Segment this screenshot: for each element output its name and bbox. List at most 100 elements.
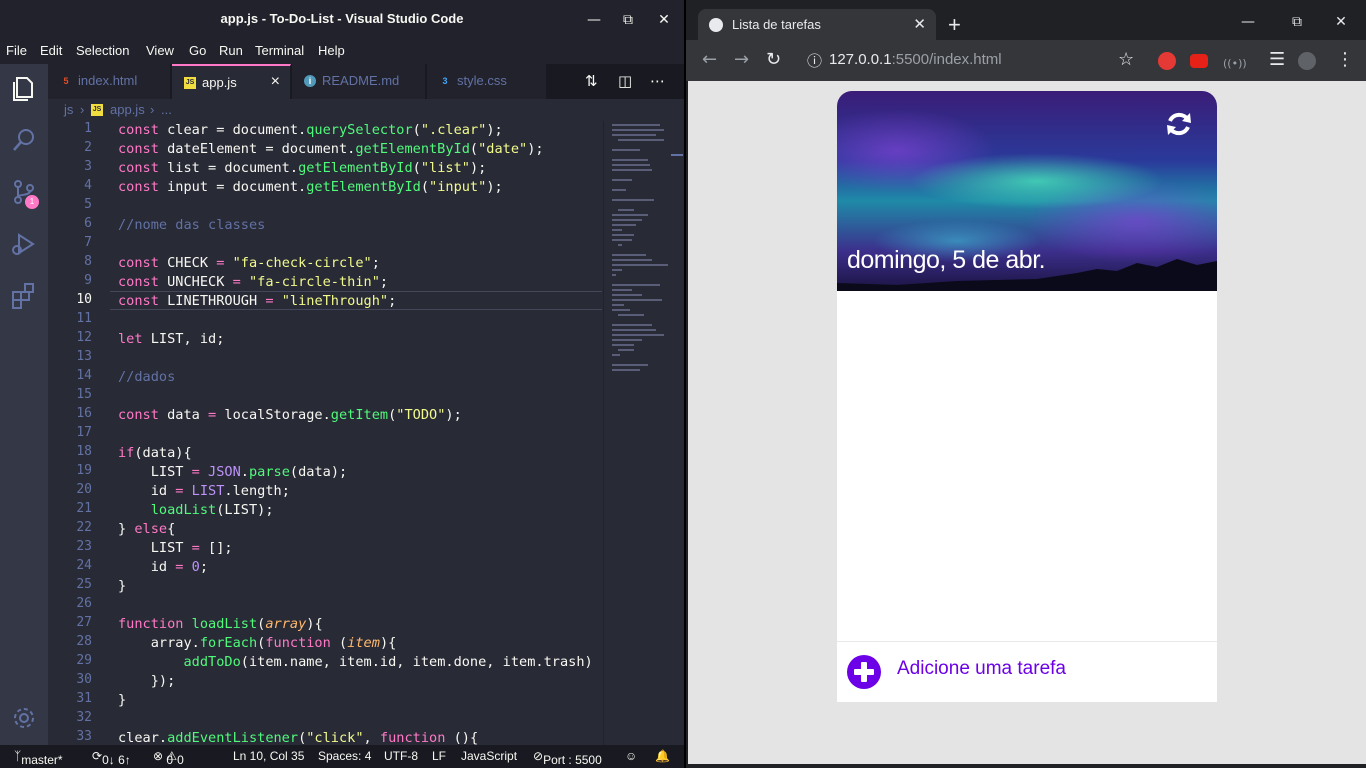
bookmark-star-icon[interactable]: ☆ — [1118, 51, 1134, 69]
menu-file[interactable]: File — [6, 43, 27, 58]
page-viewport: domingo, 5 de abr. Adicione uma tarefa — [688, 81, 1366, 764]
restore-icon[interactable]: ⧉ — [1283, 8, 1311, 36]
split-editor-icon[interactable]: ◫ — [618, 72, 632, 90]
notifications-bell-icon[interactable]: 🔔 — [655, 749, 670, 763]
end-of-line[interactable]: LF — [432, 749, 446, 763]
back-icon[interactable]: ← — [702, 51, 717, 69]
close-icon[interactable]: ✕ — [650, 6, 678, 34]
menu-edit[interactable]: Edit — [40, 43, 62, 58]
line-number: 30 — [76, 672, 92, 687]
sync-status[interactable]: ⟳ 0↓ 6↑ — [92, 749, 131, 767]
media-control-icon[interactable]: ☰ — [1269, 51, 1285, 69]
new-tab-icon[interactable]: + — [948, 12, 961, 38]
open-changes-icon[interactable]: ⇅ — [585, 72, 598, 90]
code-line: const LINETHROUGH = "lineThrough"; — [118, 293, 397, 309]
search-icon[interactable] — [8, 124, 40, 156]
code-editor[interactable]: const clear = document.querySelector(".c… — [118, 121, 602, 745]
line-number: 18 — [76, 444, 92, 459]
forward-icon[interactable]: → — [734, 51, 749, 69]
line-number: 10 — [76, 292, 92, 307]
browser-tab[interactable]: Lista de tarefas ✕ — [698, 9, 936, 40]
code-line: LIST = JSON.parse(data); — [118, 464, 348, 480]
menu-help[interactable]: Help — [318, 43, 345, 58]
feedback-icon[interactable]: ☺ — [625, 749, 637, 763]
minimap-line — [612, 334, 664, 336]
line-number: 13 — [76, 349, 92, 364]
line-number: 12 — [76, 330, 92, 345]
close-tab-icon[interactable]: × — [271, 73, 280, 91]
close-window-icon[interactable]: ✕ — [1327, 8, 1355, 36]
line-number: 14 — [76, 368, 92, 383]
tab-index-html[interactable]: 5 index.html — [48, 64, 171, 99]
add-task-input[interactable]: Adicione uma tarefa — [897, 658, 1066, 680]
youtube-extension-icon[interactable] — [1190, 54, 1208, 68]
code-line: id = LIST.length; — [118, 483, 290, 499]
line-number: 26 — [76, 596, 92, 611]
chevron-right-icon: › — [80, 102, 85, 117]
menu-view[interactable]: View — [146, 43, 174, 58]
cursor-position[interactable]: Ln 10, Col 35 — [233, 749, 304, 763]
menu-go[interactable]: Go — [189, 43, 206, 58]
minimap-line — [612, 229, 622, 231]
tab-app-js[interactable]: JS app.js × — [172, 64, 291, 99]
minimize-icon[interactable]: — — [1234, 8, 1262, 36]
minimap-line — [612, 284, 660, 286]
line-number: 3 — [84, 159, 92, 174]
minimap-line — [612, 239, 632, 241]
line-number: 21 — [76, 501, 92, 516]
url-path: :5500/index.html — [891, 51, 1002, 68]
language-mode[interactable]: JavaScript — [461, 749, 517, 763]
browser-tab-title: Lista de tarefas — [732, 17, 821, 32]
menu-terminal[interactable]: Terminal — [255, 43, 304, 58]
profile-avatar[interactable] — [1298, 52, 1316, 70]
encoding[interactable]: UTF-8 — [384, 749, 418, 763]
browser-menu-icon[interactable]: ⋮ — [1336, 51, 1354, 69]
vertical-scrollbar[interactable] — [669, 121, 684, 745]
settings-gear-icon[interactable] — [8, 702, 40, 734]
minimap-line — [612, 354, 620, 356]
line-number: 20 — [76, 482, 92, 497]
breadcrumb-more[interactable]: ... — [161, 102, 172, 117]
code-line: } else{ — [118, 521, 176, 537]
js-icon: JS — [91, 104, 103, 116]
line-number: 29 — [76, 653, 92, 668]
ad-blocker-extension-icon[interactable] — [1158, 52, 1176, 70]
code-line: if(data){ — [118, 445, 192, 461]
minimap-line — [612, 259, 652, 261]
run-debug-icon[interactable] — [8, 228, 40, 260]
breadcrumb-file[interactable]: app.js — [110, 102, 145, 117]
todo-app: domingo, 5 de abr. Adicione uma tarefa — [837, 91, 1217, 702]
refresh-icon[interactable] — [1164, 109, 1194, 139]
warning-count: 0 — [177, 753, 184, 767]
more-actions-icon[interactable]: ⋯ — [650, 72, 665, 90]
add-task-plus-icon[interactable] — [847, 655, 881, 689]
site-info-icon[interactable]: ⓘ — [807, 52, 822, 70]
explorer-icon[interactable] — [8, 72, 40, 104]
restore-icon[interactable]: ⧉ — [614, 6, 642, 34]
extensions-icon[interactable] — [8, 280, 40, 312]
reload-icon[interactable]: ↻ — [766, 51, 781, 69]
menu-selection[interactable]: Selection — [76, 43, 129, 58]
line-number: 32 — [76, 710, 92, 725]
line-number: 8 — [84, 254, 92, 269]
branch-status[interactable]: ᛉ master* — [14, 749, 63, 767]
cast-extension-icon[interactable]: ((•)) — [1223, 55, 1247, 73]
tab-readme[interactable]: i README.md — [292, 64, 426, 99]
globe-icon — [709, 18, 723, 32]
minimap-line — [612, 329, 656, 331]
close-tab-icon[interactable]: ✕ — [913, 15, 926, 33]
address-bar[interactable]: 127.0.0.1:5500/index.html — [829, 51, 1002, 68]
minimize-icon[interactable]: — — [580, 6, 608, 34]
menu-run[interactable]: Run — [219, 43, 243, 58]
indentation[interactable]: Spaces: 4 — [318, 749, 371, 763]
line-number: 17 — [76, 425, 92, 440]
minimap-line — [612, 234, 634, 236]
code-line: } — [118, 692, 127, 708]
live-server-status[interactable]: ⊘ Port : 5500 — [533, 749, 602, 767]
line-number: 5 — [84, 197, 92, 212]
breadcrumb-folder[interactable]: js — [64, 102, 73, 117]
problems-status[interactable]: ⊗ 0 ⚠ 0 — [153, 749, 184, 767]
tab-style-css[interactable]: 3 style.css — [427, 64, 547, 99]
minimap[interactable] — [603, 121, 669, 745]
minimap-line — [612, 254, 646, 256]
